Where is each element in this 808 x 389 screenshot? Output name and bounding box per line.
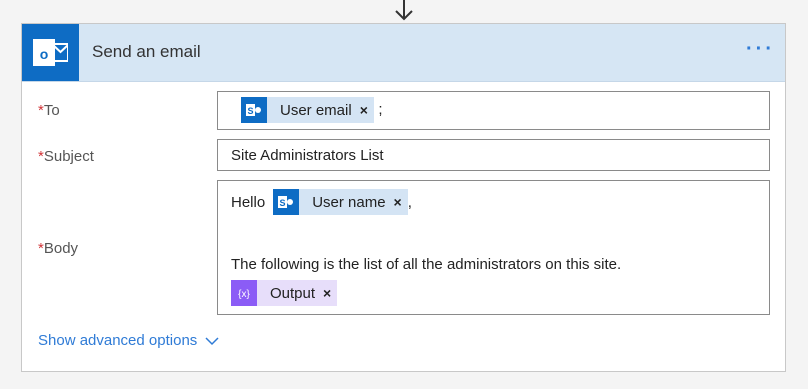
body-sentence: The following is the list of all the adm… (231, 255, 622, 273)
body-label-text: Body (43, 240, 79, 257)
to-field[interactable]: S User email × ; (217, 91, 770, 130)
remove-output-button[interactable]: × (321, 285, 337, 301)
greeting-comma: , (407, 193, 412, 211)
body-label: *Body (38, 240, 78, 257)
svg-text:S: S (280, 198, 286, 208)
flow-arrow-icon (391, 0, 417, 22)
body-input[interactable]: Hello S User name × , The following is t… (217, 180, 770, 315)
more-options-button[interactable]: ··· (746, 38, 775, 61)
show-advanced-options-link[interactable]: Show advanced options (38, 332, 219, 350)
body-line-greeting: Hello S User name × , (231, 187, 769, 217)
svg-text:S: S (247, 106, 253, 116)
sharepoint-icon: S (273, 189, 300, 215)
subject-label-text: Subject (43, 148, 94, 165)
subject-value: Site Administrators List (231, 147, 384, 164)
user-name-token: S User name × (273, 189, 408, 215)
card-header[interactable]: o Send an email ··· (22, 24, 785, 82)
user-email-token-label: User email (280, 101, 352, 119)
expression-icon: {x} (231, 280, 257, 306)
greeting-text: Hello (231, 193, 266, 211)
body-line-output: {x} Output × (231, 277, 769, 309)
output-token-label: Output (270, 284, 316, 302)
subject-label: *Subject (38, 148, 94, 165)
remove-user-email-button[interactable]: × (358, 102, 374, 118)
output-token: {x} Output × (231, 280, 338, 306)
recipient-separator: ; (378, 101, 383, 119)
send-email-card: o Send an email ··· *To S User email × ;… (21, 23, 786, 372)
chevron-down-icon (205, 333, 219, 350)
body-line-text: The following is the list of all the adm… (231, 251, 769, 277)
user-name-token-label: User name (312, 193, 386, 211)
svg-text:{x}: {x} (238, 289, 250, 300)
show-advanced-options-label: Show advanced options (38, 332, 198, 349)
to-label-text: To (43, 102, 60, 119)
sharepoint-icon: S (241, 97, 267, 123)
svg-text:o: o (40, 46, 49, 62)
user-email-token: S User email × (241, 97, 374, 123)
to-label: *To (38, 102, 60, 119)
outlook-icon: o (22, 24, 79, 81)
card-title: Send an email (92, 42, 201, 61)
subject-input[interactable]: Site Administrators List (217, 139, 770, 171)
remove-user-name-button[interactable]: × (392, 194, 408, 210)
